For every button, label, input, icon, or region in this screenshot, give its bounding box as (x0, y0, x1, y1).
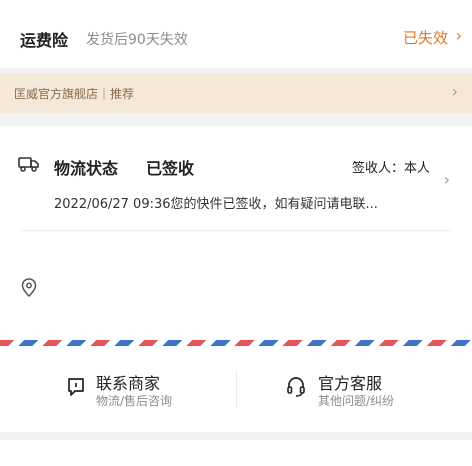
divider (20, 230, 452, 231)
logistics-card: 物流状态 已签收 签收人：本人 › 2022/06/27 09:36您的快件已签… (0, 126, 472, 340)
logistics-state: 已签收 (146, 159, 195, 178)
official-service-button[interactable]: 官方客服 其他问题/纠纷 (236, 346, 472, 432)
shipping-insurance-desc: 发货后90天失效 (86, 32, 188, 48)
chevron-right-icon: › (451, 82, 458, 101)
chevron-right-icon[interactable]: › (444, 170, 450, 189)
store-recommend-bar[interactable]: 匡威官方旗舰店｜推荐 › (0, 73, 472, 113)
chat-icon (68, 378, 84, 396)
official-service-sub: 其他问题/纠纷 (318, 394, 395, 408)
shipping-insurance-label: 运费险 (20, 31, 69, 50)
contact-merchant-button[interactable]: 联系商家 物流/售后咨询 (0, 346, 236, 432)
logistics-detail[interactable]: 2022/06/27 09:36您的快件已签收，如有疑问请电联... (54, 193, 378, 212)
contact-merchant-title: 联系商家 (96, 374, 161, 393)
contact-actions-card: 联系商家 物流/售后咨询 官方客服 其他问题/纠纷 (0, 346, 472, 432)
headset-icon (287, 377, 305, 397)
chevron-right-icon: › (455, 26, 462, 45)
receiver-info: 签收人：本人 (351, 161, 430, 176)
shipping-insurance-status[interactable]: 已失效 (403, 27, 448, 48)
shipping-insurance-card[interactable]: 运费险 发货后90天失效 已失效 › (0, 0, 472, 68)
contact-merchant-sub: 物流/售后咨询 (96, 394, 173, 408)
store-name: 匡威官方旗舰店｜推荐 (14, 87, 135, 101)
logistics-title: 物流状态 (54, 159, 119, 178)
official-service-title: 官方客服 (318, 374, 383, 393)
next-card (0, 440, 472, 466)
location-pin-icon (21, 278, 37, 298)
truck-icon (18, 157, 39, 172)
